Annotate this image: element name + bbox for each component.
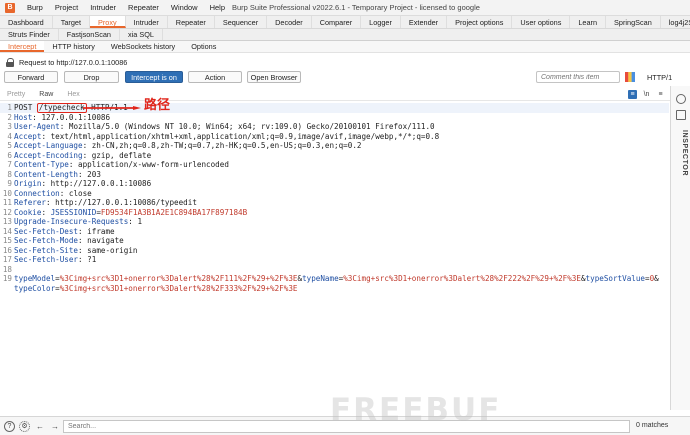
- header-line: 17 Sec-Fetch-User: ?1: [2, 255, 97, 264]
- http-method: POST: [14, 103, 33, 112]
- tab-comparer[interactable]: Comparer: [312, 16, 362, 28]
- inspector-settings-icon[interactable]: [676, 94, 686, 104]
- body-line: 19 typeModel=%3Cimg+src%3D1+onerror%3Dale…: [2, 274, 659, 283]
- editor-menu-icon[interactable]: ≡: [656, 90, 665, 99]
- header-line: 10 Connection: close: [2, 188, 92, 198]
- menu-project[interactable]: Project: [49, 3, 84, 12]
- previous-arrow-icon[interactable]: ←: [35, 422, 45, 431]
- tab-raw[interactable]: Raw: [32, 91, 60, 98]
- header-line: 14 Sec-Fetch-Dest: iframe: [2, 226, 115, 236]
- menu-help[interactable]: Help: [204, 3, 231, 12]
- menu-repeater[interactable]: Repeater: [122, 3, 165, 12]
- open-browser-button[interactable]: Open Browser: [247, 71, 301, 83]
- request-target-bar: Request to http://127.0.0.1:10086: [0, 55, 690, 69]
- inspector-panel[interactable]: INSPECTOR: [670, 86, 690, 410]
- match-count: 0 matches: [636, 422, 669, 429]
- comment-input[interactable]: [536, 71, 620, 83]
- tab-struts-finder[interactable]: Struts Finder: [0, 29, 59, 40]
- burp-logo-icon: B: [5, 2, 15, 13]
- header-line: 16 Sec-Fetch-Site: same-origin: [2, 245, 138, 255]
- menu-burp[interactable]: Burp: [21, 3, 49, 12]
- header-line: 8 Content-Length: 203: [7, 169, 101, 179]
- tab-hex[interactable]: Hex: [60, 91, 86, 98]
- header-line: 15 Sec-Fetch-Mode: navigate: [2, 236, 124, 245]
- tab-dashboard[interactable]: Dashboard: [0, 16, 53, 28]
- tab-extender[interactable]: Extender: [401, 16, 448, 28]
- wrap-lines-icon[interactable]: ≡: [628, 90, 637, 99]
- tab-intruder[interactable]: Intruder: [126, 16, 168, 28]
- drop-button[interactable]: Drop: [64, 71, 119, 83]
- header-line: 9 Origin: http://127.0.0.1:10086: [7, 179, 152, 188]
- tab-project-options[interactable]: Project options: [447, 16, 513, 28]
- blank-line: 18: [2, 264, 12, 274]
- tab-target[interactable]: Target: [53, 16, 90, 28]
- main-tabs-row-1: Dashboard Target Proxy Intruder Repeater…: [0, 16, 690, 29]
- header-line: 7 Content-Type: application/x-www-form-ur…: [7, 160, 229, 169]
- request-editor[interactable]: 1POST /typecheck HTTP/1.1路径 2Host: 127.0…: [0, 97, 669, 410]
- menu-intruder[interactable]: Intruder: [84, 3, 122, 12]
- tab-proxy[interactable]: Proxy: [89, 16, 126, 28]
- message-editor-tabs: Pretty Raw Hex ≡ \n ≡: [0, 89, 670, 101]
- tab-websockets-history[interactable]: WebSockets history: [103, 41, 183, 52]
- action-button[interactable]: Action: [188, 71, 242, 83]
- tab-pretty[interactable]: Pretty: [0, 91, 32, 98]
- http-protocol-label[interactable]: HTTP/1: [647, 73, 672, 82]
- inspector-layout-icon[interactable]: [676, 110, 686, 120]
- freebuf-watermark: FREEBUF: [330, 392, 502, 428]
- tab-logger[interactable]: Logger: [361, 16, 401, 28]
- header-line: 6 Accept-Encoding: gzip, deflate: [7, 150, 152, 160]
- header-line: 3 User-Agent: Mozilla/5.0 (Windows NT 10.…: [7, 122, 435, 131]
- path-annotation: 路径: [144, 97, 171, 112]
- intercept-toolbar: Forward Drop Intercept is on Action Open…: [0, 70, 690, 86]
- tab-decoder[interactable]: Decoder: [267, 16, 312, 28]
- inspector-label[interactable]: INSPECTOR: [674, 130, 688, 176]
- request-line: 1POST /typecheck HTTP/1.1路径: [0, 97, 669, 113]
- menu-window[interactable]: Window: [165, 3, 204, 12]
- body-line-wrapped: typeColor=%3Cimg+src%3D1+onerror%3Dalert…: [14, 283, 298, 293]
- main-tabs-row-2: Struts Finder FastjsonScan xia SQL: [0, 29, 690, 41]
- title-bar: B Burp Project Intruder Repeater Window …: [0, 0, 690, 16]
- help-icon[interactable]: ?: [4, 420, 15, 432]
- highlight-color-icon[interactable]: [625, 72, 635, 82]
- newline-toggle-icon[interactable]: \n: [642, 90, 651, 99]
- tab-learn[interactable]: Learn: [570, 16, 607, 28]
- tab-http-history[interactable]: HTTP history: [44, 41, 102, 52]
- annotation-arrow-icon: [83, 106, 141, 110]
- tab-sequencer[interactable]: Sequencer: [215, 16, 268, 28]
- request-path: /typecheck: [36, 103, 87, 113]
- tab-user-options[interactable]: User options: [512, 16, 571, 28]
- tab-fastjsonscan[interactable]: FastjsonScan: [59, 29, 120, 40]
- header-line: 13 Upgrade-Insecure-Requests: 1: [2, 217, 143, 226]
- settings-gear-icon[interactable]: ⚙: [19, 420, 30, 432]
- lock-icon: [6, 57, 14, 67]
- tab-log4j2scan[interactable]: log4j2Scan: [661, 16, 690, 28]
- tab-springscan[interactable]: SpringScan: [606, 16, 661, 28]
- header-line: 5 Accept-Language: zh-CN,zh;q=0.8,zh-TW;q…: [7, 141, 362, 150]
- tab-xia-sql[interactable]: xia SQL: [120, 29, 163, 40]
- tab-repeater[interactable]: Repeater: [168, 16, 215, 28]
- intercept-toggle-button[interactable]: Intercept is on: [125, 71, 183, 83]
- window-title: Burp Suite Professional v2022.6.1 - Temp…: [232, 3, 480, 12]
- tab-intercept[interactable]: Intercept: [0, 41, 45, 52]
- header-line: 4 Accept: text/html,application/xhtml+xml…: [7, 131, 440, 141]
- next-arrow-icon[interactable]: →: [50, 422, 60, 431]
- header-line: 2 Host: 127.0.0.1:10086: [7, 112, 111, 122]
- header-line: 11 Referer: http://127.0.0.1:10086/typeed…: [2, 198, 197, 207]
- cookie-line: 12 Cookie: JSESSIONID=FD9534F1A3B1A2E1C89…: [2, 207, 248, 217]
- proxy-subtabs: Intercept HTTP history WebSockets histor…: [0, 41, 690, 53]
- forward-button[interactable]: Forward: [4, 71, 58, 83]
- tab-proxy-options[interactable]: Options: [183, 41, 224, 52]
- request-target-text: Request to http://127.0.0.1:10086: [19, 57, 128, 67]
